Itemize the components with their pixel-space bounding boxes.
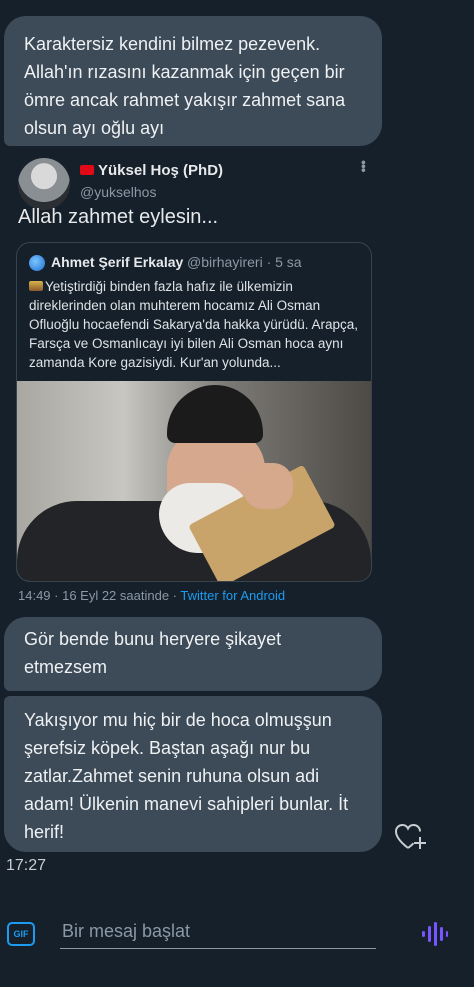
turkey-flag-icon — [80, 165, 94, 175]
tweet-time: 14:49 · 16 Eyl 22 saatinde · — [18, 588, 177, 603]
tweet-text: Allah zahmet eylesin... — [18, 206, 219, 228]
message-text: Gör bende bunu heryere şikayet etmezsem — [24, 629, 282, 677]
quote-avatar — [29, 255, 45, 271]
heart-plus-icon[interactable] — [394, 822, 428, 852]
message-text: Karaktersiz kendini bilmez pezevenk. All… — [24, 34, 346, 138]
more-icon[interactable]: ••• — [356, 160, 372, 172]
message-bubble[interactable]: Yakışıyor mu hiç bir de hoca olmuşşun şe… — [4, 696, 382, 852]
message-bubble[interactable]: Gör bende bunu heryere şikayet etmezsem — [4, 617, 382, 691]
message-text: Yakışıyor mu hiç bir de hoca olmuşşun şe… — [24, 710, 349, 842]
emoji-icon — [29, 281, 43, 291]
image-cap-shape — [167, 385, 263, 443]
tweet-meta: 14:49 · 16 Eyl 22 saatinde · Twitter for… — [18, 588, 285, 603]
quote-text: Yetiştirdiği binden fazla hafız ile ülke… — [29, 279, 359, 370]
message-input[interactable] — [60, 914, 376, 949]
tweet-source[interactable]: Twitter for Android — [180, 588, 285, 603]
image-hand-shape — [243, 463, 293, 509]
quote-image[interactable] — [17, 381, 371, 581]
message-bubble[interactable]: Karaktersiz kendini bilmez pezevenk. All… — [4, 16, 382, 146]
voice-message-icon[interactable] — [420, 920, 448, 948]
message-composer: GIF — [0, 902, 474, 987]
quote-author-name: Ahmet Şerif Erkalay — [51, 254, 184, 270]
avatar[interactable] — [18, 158, 70, 210]
quote-text-block: Yetiştirdiği binden fazla hafız ile ülke… — [29, 277, 365, 372]
author-handle[interactable]: @yukselhos — [80, 184, 156, 200]
quote-author-handle: @birhayireri · 5 sa — [187, 254, 302, 270]
message-timestamp: 17:27 — [6, 857, 47, 874]
shared-tweet-card[interactable]: Yüksel Hoş (PhD) @yukselhos ••• Allah za… — [4, 150, 382, 612]
quoted-tweet[interactable]: Ahmet Şerif Erkalay @birhayireri · 5 sa … — [16, 242, 372, 582]
gif-button[interactable]: GIF — [7, 922, 35, 946]
author-name[interactable]: Yüksel Hoş (PhD) — [80, 162, 223, 179]
